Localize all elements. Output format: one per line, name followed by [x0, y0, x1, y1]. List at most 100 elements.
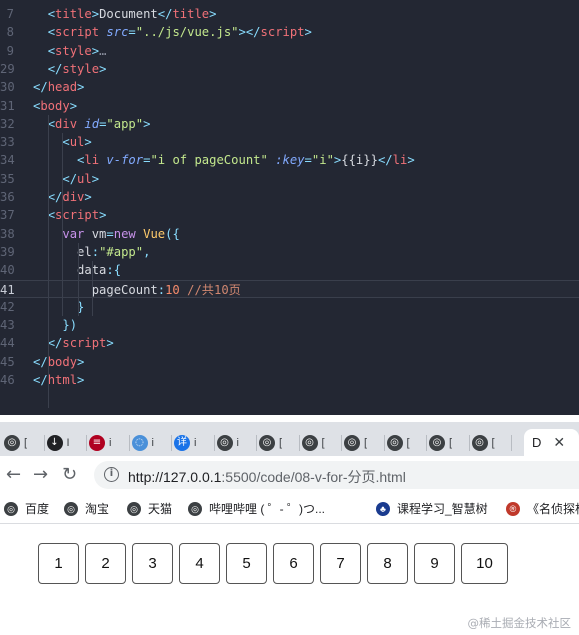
tab-favicon-icon: ◎: [216, 434, 233, 451]
code-line[interactable]: 38 var vm=new Vue({: [0, 225, 579, 243]
indent-guide: [92, 261, 93, 317]
browser-tab[interactable]: ◌ i: [130, 429, 172, 456]
line-number: 32: [0, 116, 15, 131]
forward-button[interactable]: →: [33, 465, 48, 485]
tab-title: [: [24, 436, 28, 449]
tab-favicon-icon: ≡: [89, 434, 105, 451]
code-line[interactable]: 45 </body>: [0, 353, 579, 371]
tab-title: i: [109, 436, 112, 449]
page-number-item[interactable]: 8: [367, 543, 408, 584]
line-number: 43: [0, 318, 15, 333]
bookmark-label: 《名侦探柯: [527, 502, 579, 516]
code-line[interactable]: 44 </script>: [0, 334, 579, 352]
code-line[interactable]: 31 <body>: [0, 97, 579, 115]
bookmark-favicon-icon: ◎: [64, 501, 78, 516]
bookmark-item[interactable]: ♣ 课程学习_智慧树: [376, 500, 488, 517]
browser-tab[interactable]: ◎[: [427, 429, 470, 456]
tab-favicon-icon: ◎: [429, 434, 445, 451]
code-text: <title>Document</title>: [47, 7, 217, 21]
code-text: </head>: [33, 80, 85, 95]
page-number-item[interactable]: 10: [461, 543, 508, 584]
code-line[interactable]: 34 <li v-for="i of pageCount" :key="i">{…: [0, 151, 579, 169]
active-tab[interactable]: D ✕: [524, 429, 579, 456]
code-line[interactable]: 8 <script src="../js/vue.js"></script>: [0, 23, 579, 41]
page-number-item[interactable]: 1: [38, 543, 79, 584]
code-editor[interactable]: 7 <title>Document</title> 8 <script src="…: [0, 0, 579, 415]
code-line[interactable]: 30 </head>: [0, 78, 579, 96]
line-number: 35: [0, 171, 15, 186]
watermark: @稀土掘金技术社区: [467, 616, 572, 630]
back-button[interactable]: ←: [6, 465, 21, 485]
bookmark-item[interactable]: ◎ 哔哩哔哩 ( ゜- ゜)つ...: [188, 500, 325, 517]
code-line[interactable]: 40 data:{: [0, 261, 579, 279]
code-text: <body>: [33, 98, 78, 113]
browser-tab[interactable]: ◎[: [385, 429, 427, 456]
tab-favicon-icon: ◎: [259, 434, 275, 451]
page-number-item[interactable]: 6: [273, 543, 314, 584]
bookmark-label: 天猫: [148, 502, 173, 516]
browser-tab[interactable]: ◎[: [257, 429, 300, 456]
line-number: 29: [0, 61, 15, 76]
indent-guide: [78, 242, 79, 317]
tab-title: i: [236, 436, 239, 449]
bookmark-item[interactable]: ◎ 淘宝: [64, 500, 109, 517]
reload-button[interactable]: ↻: [62, 465, 77, 485]
line-number: 34: [0, 153, 15, 168]
bookmark-label: 课程学习_智慧树: [397, 502, 488, 516]
code-text: </style>: [47, 61, 107, 76]
browser-tab[interactable]: ≡ i: [87, 429, 130, 456]
browser-tab[interactable]: ↓ I: [45, 429, 87, 456]
bookmark-item[interactable]: ◎ 天猫: [127, 500, 172, 517]
bookmark-favicon-icon: ◎: [4, 501, 18, 516]
code-line[interactable]: 35 </ul>: [0, 170, 579, 188]
browser-tab[interactable]: 详i: [172, 429, 215, 456]
page-number-item[interactable]: 4: [179, 543, 220, 584]
line-number: 44: [0, 336, 15, 351]
code-line[interactable]: 29 </style>: [0, 60, 579, 78]
bookmark-item[interactable]: ® 《名侦探柯: [506, 500, 579, 517]
tab-title: [: [406, 436, 410, 449]
page-number-item[interactable]: 7: [320, 543, 361, 584]
address-bar[interactable]: i http://127.0.0.1:5500/code/08-v-for-分页…: [94, 461, 579, 489]
code-line[interactable]: 32 <div id="app">: [0, 115, 579, 133]
page-number-item[interactable]: 9: [414, 543, 455, 584]
bookmark-favicon-icon: ◎: [188, 501, 202, 516]
code-line[interactable]: 43 }): [0, 316, 579, 334]
code-text: <style>…: [47, 43, 107, 58]
browser-tab[interactable]: ◎[: [342, 429, 385, 456]
close-tab-icon[interactable]: ✕: [553, 435, 565, 451]
code-line[interactable]: 37 <script>: [0, 206, 579, 224]
line-number: 39: [0, 244, 15, 259]
code-line[interactable]: 9 <style>…: [0, 42, 579, 60]
tab-title: I: [66, 436, 70, 449]
browser-tab[interactable]: ◎[: [470, 429, 512, 456]
code-line[interactable]: 33 <ul>: [0, 133, 579, 151]
tab-title: [: [491, 436, 495, 449]
browser-tab[interactable]: ◎ i: [215, 429, 257, 456]
line-number: 9: [6, 43, 14, 58]
code-line[interactable]: 36 </div>: [0, 188, 579, 206]
code-text: </script>: [47, 336, 114, 351]
page-number-item[interactable]: 2: [85, 543, 126, 584]
browser-tab-strip: ◎[↓ I ≡ i ◌ i 详 i ◎ i ◎[◎[◎[◎[◎[◎[D ✕: [0, 422, 579, 456]
tab-title: i: [194, 436, 197, 449]
code-text: </body>: [33, 354, 85, 369]
bookmark-item[interactable]: ◎ 百度: [4, 500, 49, 517]
code-text: <li v-for="i of pageCount" :key="i">{{i}…: [77, 153, 415, 168]
indent-guide: [62, 133, 63, 317]
line-number: 30: [0, 80, 15, 95]
code-line[interactable]: 42 }: [0, 298, 579, 316]
page-number-item[interactable]: 3: [132, 543, 173, 584]
code-line[interactable]: 41 pageCount:10 //共10页: [0, 279, 579, 298]
site-info-icon[interactable]: i: [104, 467, 119, 482]
url-text: http://127.0.0.1:5500/code/08-v-for-分页.h…: [128, 469, 406, 485]
code-line[interactable]: 7 <title>Document</title>: [0, 5, 579, 23]
browser-tab[interactable]: ◎[: [2, 429, 45, 456]
tab-title: i: [151, 436, 154, 449]
tab-favicon-icon: ◎: [4, 434, 20, 451]
page-number-item[interactable]: 5: [226, 543, 267, 584]
code-line[interactable]: 46 </html>: [0, 371, 579, 389]
browser-tab[interactable]: ◎[: [300, 429, 342, 456]
code-line[interactable]: 39 el:"#app",: [0, 243, 579, 261]
bookmarks-bar: ◎ 百度 ◎ 淘宝 ◎ 天猫 ◎ 哔哩哔哩 ( ゜- ゜)つ... ♣ 课程学习_智慧树 ® 《名侦探…: [0, 494, 579, 524]
